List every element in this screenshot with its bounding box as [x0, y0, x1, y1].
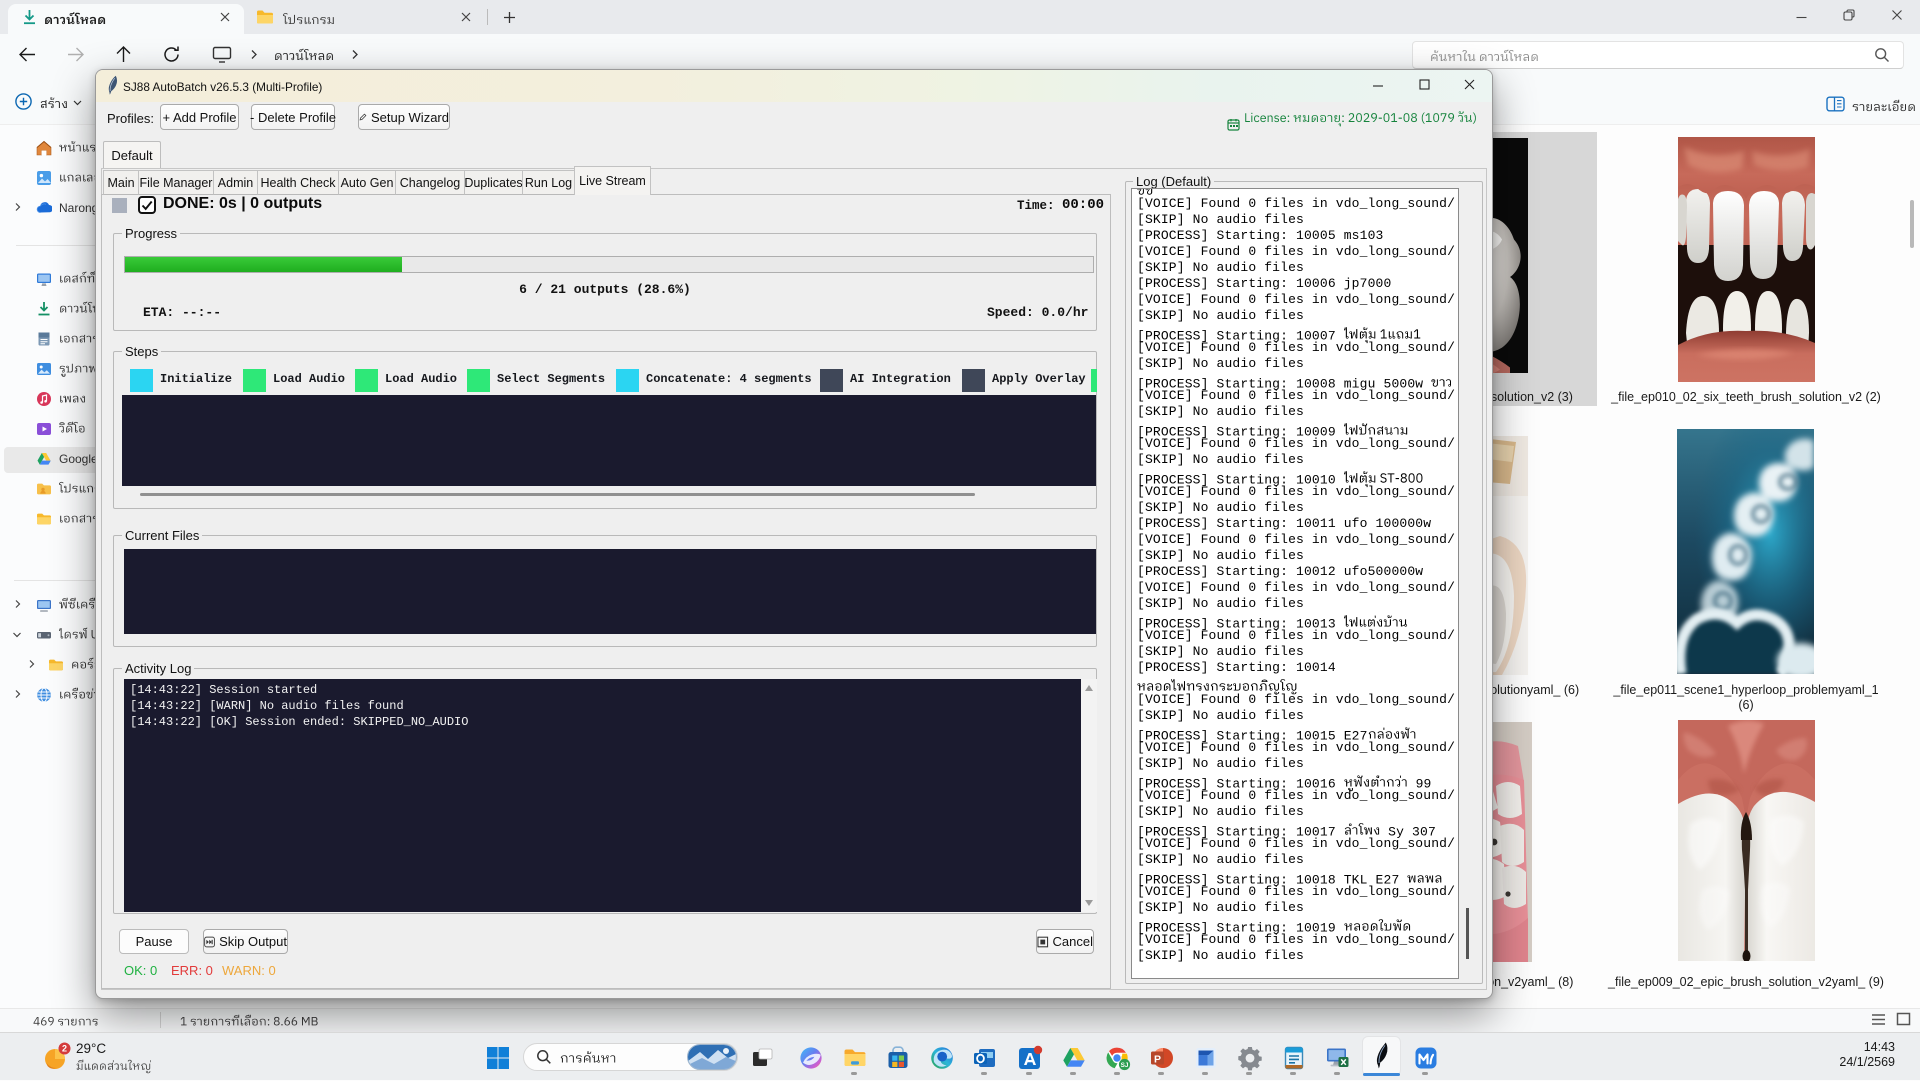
svg-text:SJ: SJ: [1121, 1062, 1129, 1069]
svg-text:2: 2: [62, 1043, 67, 1053]
svg-text:P: P: [1154, 1054, 1161, 1066]
